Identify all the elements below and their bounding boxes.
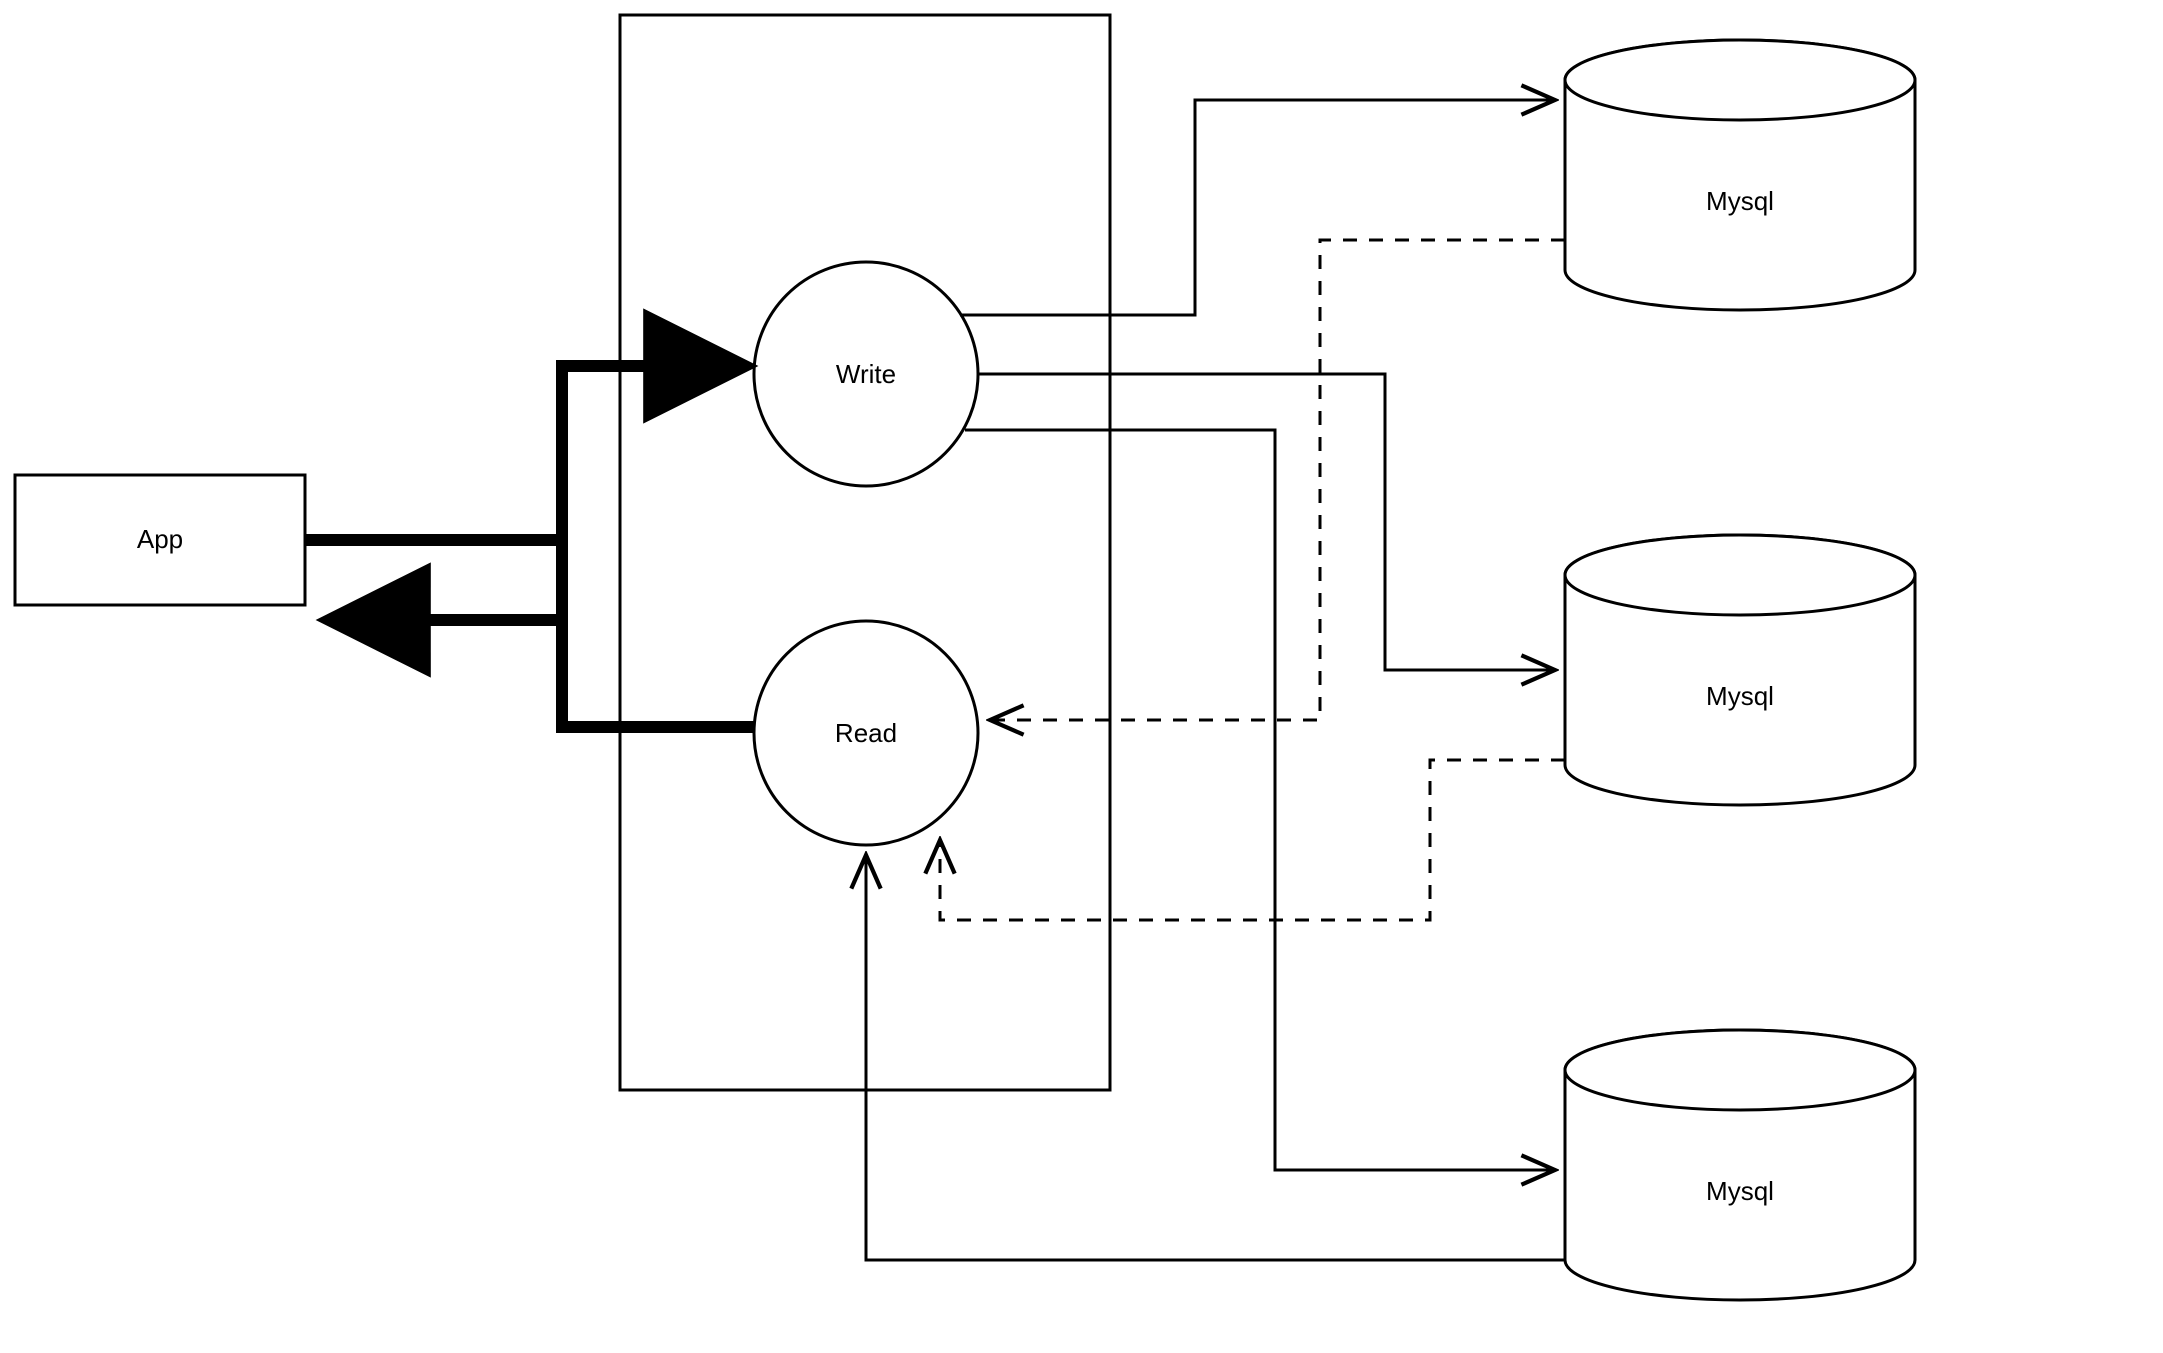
edge-write-to-db2 (978, 374, 1555, 670)
read-label: Read (835, 718, 897, 748)
read-node: Read (754, 621, 978, 845)
edge-write-to-db1 (960, 100, 1555, 315)
architecture-diagram: App Write Read Mysql Mysql Mysql (0, 0, 2163, 1353)
db1-node: Mysql (1565, 40, 1915, 310)
db2-label: Mysql (1706, 681, 1774, 711)
edge-app-trunk (305, 360, 754, 733)
edge-write-to-db3 (965, 430, 1555, 1170)
write-node: Write (754, 262, 978, 486)
app-node: App (15, 475, 305, 605)
db2-node: Mysql (1565, 535, 1915, 805)
app-label: App (137, 524, 183, 554)
edge-db2-to-read (940, 760, 1565, 920)
db3-label: Mysql (1706, 1176, 1774, 1206)
edge-db1-to-read (990, 240, 1565, 720)
db3-node: Mysql (1565, 1030, 1915, 1300)
write-label: Write (836, 359, 896, 389)
db1-label: Mysql (1706, 186, 1774, 216)
edge-db3-to-read (866, 855, 1565, 1260)
